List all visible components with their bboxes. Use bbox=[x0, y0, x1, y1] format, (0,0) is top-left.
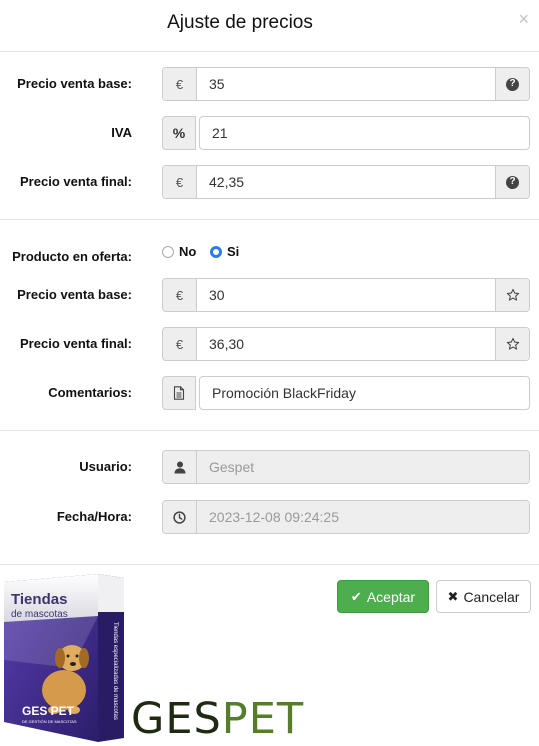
final-price-input[interactable]: 42,35 bbox=[197, 166, 495, 198]
offer-base-price-row: Precio venta base: € 30 bbox=[0, 278, 539, 312]
offer-base-price-input[interactable]: 30 bbox=[197, 279, 495, 311]
datetime-group: 2023-12-08 09:24:25 bbox=[162, 500, 530, 534]
offer-final-price-group: € 36,30 bbox=[162, 327, 530, 361]
base-price-input[interactable]: 35 bbox=[197, 68, 495, 100]
iva-input[interactable]: 21 bbox=[199, 116, 530, 150]
star-button[interactable] bbox=[495, 328, 529, 360]
base-price-group: € 35 ? bbox=[162, 67, 530, 101]
final-price-row: Precio venta final: € 42,35 ? bbox=[0, 165, 539, 199]
help-button[interactable]: ? bbox=[495, 68, 529, 100]
offer-final-price-label: Precio venta final: bbox=[20, 336, 132, 351]
offer-no-radio[interactable]: No bbox=[162, 244, 196, 259]
accept-button-label: Aceptar bbox=[366, 588, 416, 605]
box-line2: de mascotas bbox=[11, 609, 68, 620]
box-logo: GES PET bbox=[22, 704, 75, 718]
iva-row: IVA % 21 bbox=[0, 116, 539, 150]
user-label: Usuario: bbox=[79, 459, 132, 474]
question-icon: ? bbox=[506, 175, 519, 189]
check-icon: ✔ bbox=[350, 588, 362, 604]
modal-title: Ajuste de precios bbox=[167, 12, 313, 33]
comments-label: Comentarios: bbox=[48, 385, 132, 400]
euro-icon: € bbox=[163, 328, 197, 360]
box-line1: Tiendas bbox=[11, 591, 67, 608]
base-price-label: Precio venta base: bbox=[17, 76, 132, 91]
product-box-image: Tiendas de mascotas GES PET DE GESTIÓN D… bbox=[4, 574, 124, 742]
radio-checked-icon bbox=[210, 245, 222, 258]
offer-row: Producto en oferta: No Si bbox=[0, 240, 539, 264]
question-icon: ? bbox=[506, 77, 519, 91]
final-price-label: Precio venta final: bbox=[20, 174, 132, 189]
cancel-button-label: Cancelar bbox=[463, 588, 520, 605]
offer-yes-label: Si bbox=[227, 244, 240, 259]
user-icon bbox=[163, 451, 197, 483]
divider bbox=[0, 564, 539, 565]
datetime-label: Fecha/Hora: bbox=[56, 509, 132, 524]
offer-base-price-label: Precio venta base: bbox=[17, 287, 132, 302]
offer-final-price-input[interactable]: 36,30 bbox=[197, 328, 495, 360]
euro-icon: € bbox=[163, 279, 197, 311]
offer-base-price-group: € 30 bbox=[162, 278, 530, 312]
offer-final-price-row: Precio venta final: € 36,30 bbox=[0, 327, 539, 361]
euro-icon: € bbox=[163, 166, 197, 198]
percent-icon: % bbox=[162, 116, 196, 150]
modal-header: Ajuste de precios × bbox=[0, 0, 539, 52]
user-row: Usuario: Gespet bbox=[0, 450, 539, 484]
gespet-logo: GESPET bbox=[131, 696, 304, 742]
iva-label: IVA bbox=[111, 125, 132, 140]
brand-part1: GES bbox=[131, 694, 222, 744]
brand-part2: PET bbox=[221, 694, 305, 744]
base-price-row: Precio venta base: € 35 ? bbox=[0, 67, 539, 101]
divider bbox=[0, 219, 539, 220]
final-price-group: € 42,35 ? bbox=[162, 165, 530, 199]
euro-icon: € bbox=[163, 68, 197, 100]
box-spine-text: Tiendas especializadas de mascotas bbox=[112, 622, 118, 720]
comments-input[interactable]: Promoción BlackFriday bbox=[199, 376, 530, 410]
user-group: Gespet bbox=[162, 450, 530, 484]
clock-icon bbox=[163, 501, 197, 533]
accept-button[interactable]: ✔ Aceptar bbox=[337, 580, 429, 613]
close-icon: ✖ bbox=[447, 588, 459, 604]
help-button[interactable]: ? bbox=[495, 166, 529, 198]
offer-yes-radio[interactable]: Si bbox=[210, 244, 239, 259]
offer-label: Producto en oferta: bbox=[12, 249, 132, 264]
datetime-row: Fecha/Hora: 2023-12-08 09:24:25 bbox=[0, 500, 539, 534]
datetime-input: 2023-12-08 09:24:25 bbox=[197, 501, 529, 533]
close-icon[interactable]: × bbox=[518, 9, 529, 29]
offer-no-label: No bbox=[179, 244, 197, 259]
comments-row: Comentarios: Promoción BlackFriday bbox=[0, 376, 539, 410]
star-icon bbox=[506, 288, 519, 301]
star-button[interactable] bbox=[495, 279, 529, 311]
cancel-button[interactable]: ✖ Cancelar bbox=[436, 580, 531, 613]
user-input: Gespet bbox=[197, 451, 529, 483]
document-icon bbox=[162, 376, 196, 410]
box-logo-sub: DE GESTIÓN DE MASCOTAS bbox=[22, 719, 77, 724]
radio-unchecked-icon bbox=[162, 245, 174, 258]
star-icon bbox=[506, 337, 519, 350]
divider bbox=[0, 430, 539, 431]
